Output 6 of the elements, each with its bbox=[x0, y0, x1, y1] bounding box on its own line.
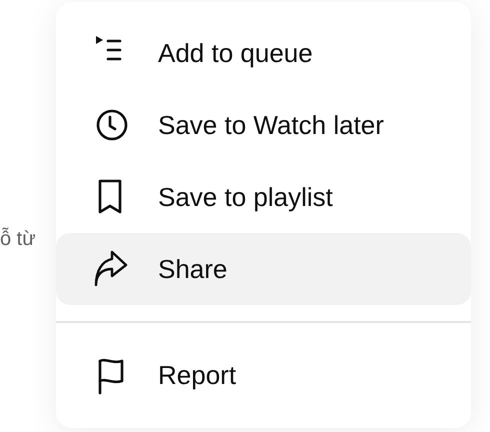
menu-item[interactable]: Share bbox=[56, 233, 471, 305]
menu-item[interactable]: Save to playlist bbox=[56, 161, 471, 233]
menu-item[interactable]: Save to Watch later bbox=[56, 89, 471, 161]
menu-item[interactable]: Add to queue bbox=[56, 17, 471, 89]
background-text: ỗ từ bbox=[0, 228, 36, 251]
menu-item[interactable]: Report bbox=[56, 339, 471, 411]
